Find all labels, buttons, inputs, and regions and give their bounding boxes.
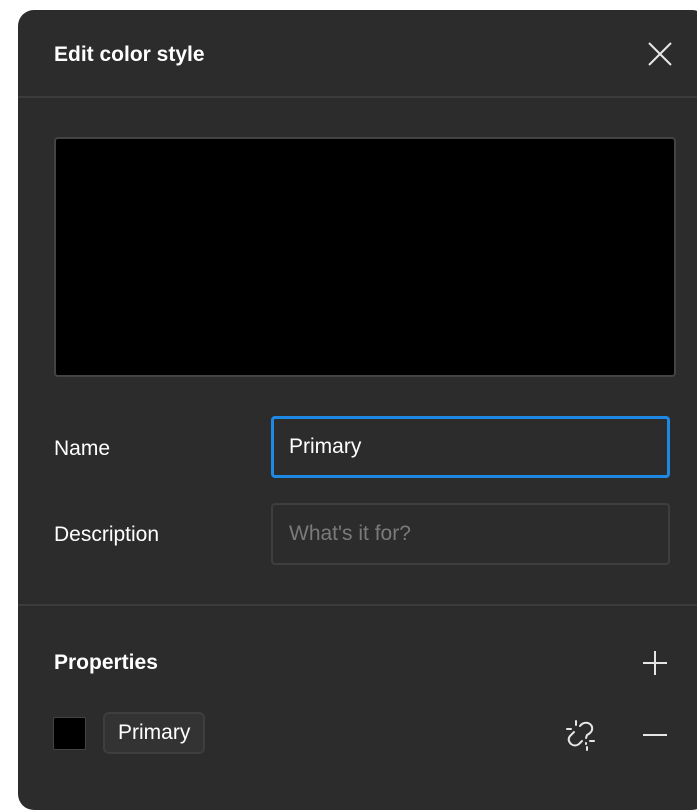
properties-title: Properties xyxy=(54,651,158,674)
color-swatch[interactable] xyxy=(53,717,86,750)
description-input[interactable] xyxy=(271,503,670,565)
section-divider xyxy=(18,604,697,606)
add-property-button[interactable] xyxy=(642,650,668,676)
style-chip[interactable]: Primary xyxy=(103,712,206,754)
dialog-title: Edit color style xyxy=(54,43,205,66)
close-button[interactable] xyxy=(646,40,674,68)
dialog-header: Edit color style xyxy=(18,10,697,98)
color-preview xyxy=(54,137,676,377)
unlink-icon xyxy=(566,720,595,751)
plus-icon xyxy=(643,651,667,675)
minus-icon xyxy=(643,734,667,736)
name-input[interactable] xyxy=(271,416,670,478)
edit-color-style-dialog: Edit color style Name Description Proper… xyxy=(18,10,697,810)
detach-style-button[interactable] xyxy=(563,717,599,753)
name-label: Name xyxy=(54,437,111,460)
close-icon xyxy=(648,42,672,66)
remove-property-button[interactable] xyxy=(640,720,670,750)
description-label: Description xyxy=(54,523,160,546)
